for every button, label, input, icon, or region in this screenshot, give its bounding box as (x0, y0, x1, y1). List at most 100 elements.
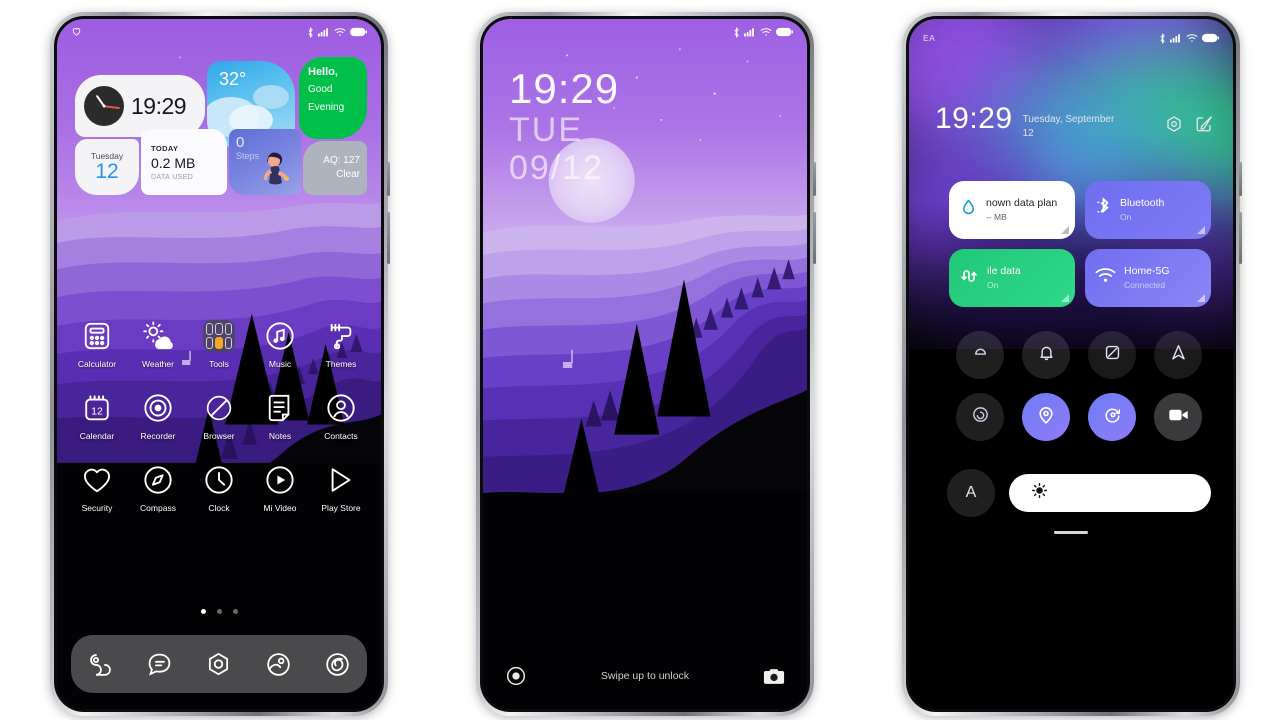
toggle-screen-record[interactable] (1154, 393, 1202, 441)
camera-icon[interactable] (763, 665, 785, 687)
app-themes[interactable]: Themes (313, 319, 369, 369)
toggle-silent[interactable] (956, 331, 1004, 379)
app-calendar[interactable]: 12 Calendar (69, 391, 125, 441)
phone-bezel: 19:29 TUE 09/12 Swipe up to unlock (480, 16, 810, 712)
calendar-widget[interactable]: Tuesday 12 (75, 139, 139, 195)
phone2-screen: 19:29 TUE 09/12 Swipe up to unlock (483, 19, 807, 709)
app-label: Clock (208, 503, 230, 513)
app-label: Mi Video (263, 503, 297, 513)
app-row-1: Calculator Weather Tools Music Themes (69, 319, 369, 369)
battery-icon (350, 27, 367, 37)
app-label: Compass (140, 503, 176, 513)
toggle-ringer[interactable] (1022, 331, 1070, 379)
app-label: Music (268, 359, 292, 369)
app-music[interactable]: Music (252, 319, 308, 369)
volume-button[interactable] (813, 212, 816, 264)
screenshot-icon (1103, 343, 1122, 367)
phone-home-screen: 19:29 32° Hello, Good Evening Tuesday 12 (50, 12, 390, 716)
app-recorder[interactable]: Recorder (130, 391, 186, 441)
power-button[interactable] (813, 162, 816, 196)
power-button[interactable] (1239, 162, 1242, 196)
app-clock[interactable]: Clock (191, 463, 247, 513)
brightness-row: A (947, 469, 1211, 517)
page-dot-3[interactable] (232, 609, 238, 614)
clock-widget-time: 19:29 (131, 92, 187, 119)
drag-handle[interactable] (909, 531, 1233, 534)
air-quality-status: Clear (336, 169, 360, 180)
settings-icon[interactable] (1165, 115, 1183, 138)
app-row-3: Security Compass Clock Mi Video Play Sto… (69, 463, 369, 513)
gallery-icon[interactable] (262, 648, 294, 680)
signal-icon (744, 27, 756, 37)
toggle-screenshot[interactable] (1088, 331, 1136, 379)
bluetooth-icon (307, 26, 314, 38)
app-play-store[interactable]: Play Store (313, 463, 369, 513)
tile-sub: On (987, 280, 999, 290)
app-browser[interactable]: Browser (191, 391, 247, 441)
app-notes[interactable]: Notes (252, 391, 308, 441)
greeting-line1: Hello, (308, 66, 338, 78)
record-circle-icon (141, 391, 175, 425)
phone1-status-bar (57, 19, 381, 45)
page-indicator[interactable] (57, 609, 381, 614)
lockscreen-time: 19:29 (509, 65, 620, 112)
volume-button[interactable] (387, 212, 390, 264)
toggle-auto-rotate[interactable] (1088, 393, 1136, 441)
steps-widget[interactable]: 0 Steps (229, 129, 301, 195)
sun-cloud-icon (141, 319, 175, 353)
tile-mobile-data[interactable]: ile data On (949, 249, 1075, 307)
screenshot-stage: 19:29 32° Hello, Good Evening Tuesday 12 (0, 0, 1280, 720)
bluetooth-icon (1159, 32, 1166, 44)
sync-icon (971, 405, 990, 429)
app-label: Play Store (321, 503, 361, 513)
app-compass[interactable]: Compass (130, 463, 186, 513)
tile-sub: -- MB (986, 212, 1007, 222)
settings-icon[interactable] (203, 648, 235, 680)
toggle-sync[interactable] (956, 393, 1004, 441)
camera-icon[interactable] (321, 648, 353, 680)
signal-icon (318, 27, 330, 37)
toggle-navigation[interactable] (1154, 331, 1202, 379)
analog-clock-icon (84, 86, 124, 126)
cc-actions (1165, 103, 1213, 138)
toggle-location[interactable] (1022, 393, 1070, 441)
air-quality-index: AQ: 127 (323, 155, 360, 166)
tile-title: nown data plan (986, 197, 1058, 209)
clock-widget[interactable]: 19:29 (75, 75, 205, 137)
edit-icon[interactable] (1195, 115, 1213, 138)
tile-bluetooth[interactable]: Bluetooth On (1085, 181, 1211, 239)
app-label: Browser (203, 431, 235, 441)
status-left (71, 26, 82, 39)
tile-wifi[interactable]: Home-5G Connected (1085, 249, 1211, 307)
air-quality-widget[interactable]: AQ: 127 Clear (303, 141, 367, 195)
data-usage-widget[interactable]: TODAY 0.2 MB DATA USED (141, 129, 227, 195)
power-button[interactable] (387, 162, 390, 196)
app-mi-video[interactable]: Mi Video (252, 463, 308, 513)
tile-data-plan[interactable]: nown data plan -- MB (949, 181, 1075, 239)
clock-icon (202, 463, 236, 497)
brightness-slider[interactable] (1009, 474, 1211, 512)
page-dot-2[interactable] (216, 609, 222, 614)
data-usage-sub: DATA USED (151, 173, 194, 181)
auto-rotate-icon (1103, 405, 1122, 429)
volume-button[interactable] (1239, 212, 1242, 264)
fingerprint-icon[interactable] (505, 665, 527, 687)
app-contacts[interactable]: Contacts (313, 391, 369, 441)
tile-title: Home-5G (1124, 265, 1170, 277)
app-security[interactable]: Security (69, 463, 125, 513)
dock (71, 635, 367, 693)
app-row-2: 12 Calendar Recorder Browser Notes Conta… (69, 391, 369, 441)
auto-brightness-button[interactable]: A (947, 469, 995, 517)
battery-icon (776, 27, 793, 37)
wifi-icon (760, 27, 772, 37)
lockscreen-bottom-bar: Swipe up to unlock (483, 665, 807, 687)
app-weather[interactable]: Weather (130, 319, 186, 369)
greeting-widget[interactable]: Hello, Good Evening (299, 57, 367, 139)
phone-icon[interactable] (85, 648, 117, 680)
app-tools[interactable]: Tools (191, 319, 247, 369)
app-calculator[interactable]: Calculator (69, 319, 125, 369)
page-dot-1[interactable] (200, 609, 206, 614)
messages-icon[interactable] (144, 648, 176, 680)
brightness-sun-icon (1031, 482, 1048, 504)
bluetooth-icon (1095, 197, 1112, 223)
